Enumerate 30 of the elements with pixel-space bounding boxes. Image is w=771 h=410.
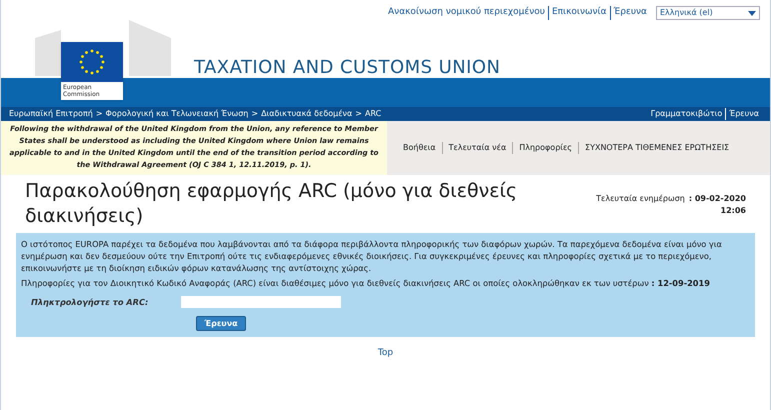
breadcrumb-separator: > — [355, 108, 362, 120]
nav-link[interactable]: Βοήθεια — [397, 142, 442, 154]
header-link[interactable]: Επικοινωνία — [548, 6, 610, 20]
nav-link[interactable]: ΣΥΧΝΟΤΕΡΑ ΤΙΘΕΜΕΝΕΣ ΕΡΩΤΗΣΕΙΣ — [578, 142, 736, 154]
breadcrumb-link[interactable]: Φορολογική και Τελωνειακή Ένωση — [106, 108, 248, 120]
page-title: Παρακολούθηση εφαρμογής ARC (μόνο για διεθνείς διακινήσεις) — [25, 179, 518, 229]
last-update-date: : 09-02-2020 — [688, 193, 746, 205]
breadcrumb-link[interactable]: Ευρωπαϊκή Επιτροπή — [9, 108, 93, 120]
breadcrumb-separator: > — [96, 108, 103, 120]
last-update-time: 12:06 — [720, 205, 746, 217]
search-button[interactable]: Έρευνα — [196, 316, 246, 331]
utility-link[interactable]: Γραμματοκιβώτιο — [648, 108, 726, 120]
header-link[interactable]: Έρευνα — [610, 6, 650, 20]
arc-input-field[interactable] — [181, 296, 341, 308]
info-paragraph: Πληροφορίες για τον Διοικητικό Κωδικό Αναφοράς (ARC) είναι διαθέσιμες μόνο για διεθνείς διακινήσεις ARC οι οποίες ολοκληρώθηκαν εκ των υστέρων : 12-09-2019 — [21, 277, 711, 289]
utility-link[interactable]: Έρευνα — [725, 108, 762, 120]
breadcrumb-link[interactable]: ARC — [364, 108, 382, 120]
last-update-label: Τελευταία ενημέρωση — [596, 193, 685, 205]
building-wing-drawing — [129, 18, 171, 76]
nav-link[interactable]: Τελευταία νέα — [442, 142, 512, 154]
breadcrumb-link[interactable]: Διαδικτυακά δεδομένα — [261, 108, 352, 120]
nav-link[interactable]: Πληροφορίες — [512, 142, 578, 154]
caret-icon — [748, 10, 756, 16]
header-link[interactable]: Ανακοίνωση νομικού περιεχομένου — [385, 6, 548, 20]
breadcrumb-separator: > — [251, 108, 258, 120]
info-paragraph: Ο ιστότοπος EUROPA παρέχει τα δεδομένα που λαμβάνονται από τα διάφορα περιβάλλοντα πληροφορικής των διαφόρων χωρών. Τα παρεχόμενα δεδομένα είναι μόνο για ενημέρωση και δεν δεσμεύουν ούτε την Επιτροπή ούτε τις ενδιαφερόμενες εθνικές διοικήσεις. Για συγκεκριμένες έρευνες και πληροφορίες σχετικά με το περιεχόμενο, επικοινωνήστε με τη διοίκηση ειδικών φόρων κατανάλωσης της αντίστοιχης χώρας. — [21, 238, 723, 274]
language-select[interactable]: Ελληνικά (el) — [656, 6, 760, 20]
top-link[interactable]: Top — [378, 347, 394, 360]
arc-label: Πληκτρολογήστε το ARC: — [31, 296, 150, 308]
site-title: TAXATION AND CUSTOMS UNION — [194, 56, 500, 80]
